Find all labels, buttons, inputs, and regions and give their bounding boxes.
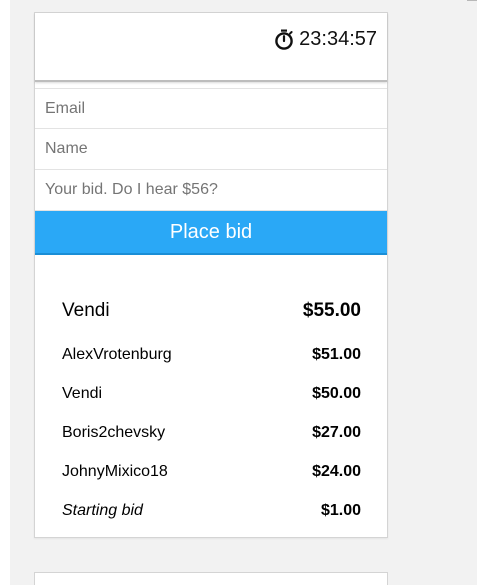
bid-amount: $51.00 (312, 345, 361, 363)
auction-card: 23:34:57 Place bid Vendi $55.00 AlexVrot… (34, 12, 388, 538)
bidder-name: Vendi (62, 300, 110, 321)
name-field[interactable] (35, 129, 387, 170)
next-card (34, 572, 388, 585)
bid-row: Vendi $50.00 (62, 374, 361, 413)
starting-bid-amount: $1.00 (320, 501, 361, 519)
starting-bid-row: Starting bid $1.00 (62, 491, 361, 530)
stopwatch-icon (275, 29, 293, 50)
top-bid-row: Vendi $55.00 (62, 287, 361, 335)
bid-row: AlexVrotenburg $51.00 (62, 335, 361, 374)
bid-row: JohnyMixico18 $24.00 (62, 452, 361, 491)
bidder-name: JohnyMixico18 (62, 462, 168, 480)
bid-form: Place bid (35, 88, 387, 255)
bid-amount-field[interactable] (35, 170, 387, 211)
bidder-name: AlexVrotenburg (62, 345, 172, 363)
bid-amount: $55.00 (302, 300, 361, 321)
timer-text: 23:34:57 (299, 28, 377, 50)
bid-amount: $27.00 (312, 423, 361, 441)
bid-amount: $24.00 (312, 462, 361, 480)
divider (467, 0, 477, 1)
bid-history: Vendi $55.00 AlexVrotenburg $51.00 Vendi… (62, 297, 361, 530)
page: 23:34:57 Place bid Vendi $55.00 AlexVrot… (0, 0, 477, 585)
bidder-name: Boris2chevsky (62, 423, 166, 441)
bid-amount: $50.00 (312, 384, 361, 402)
place-bid-button[interactable]: Place bid (35, 211, 387, 255)
starting-bid-label: Starting bid (62, 501, 143, 519)
bid-row: Boris2chevsky $27.00 (62, 413, 361, 452)
email-field[interactable] (35, 88, 387, 129)
countdown-timer: 23:34:57 (274, 28, 377, 51)
timer-header: 23:34:57 (35, 13, 387, 82)
bidder-name: Vendi (62, 384, 103, 402)
